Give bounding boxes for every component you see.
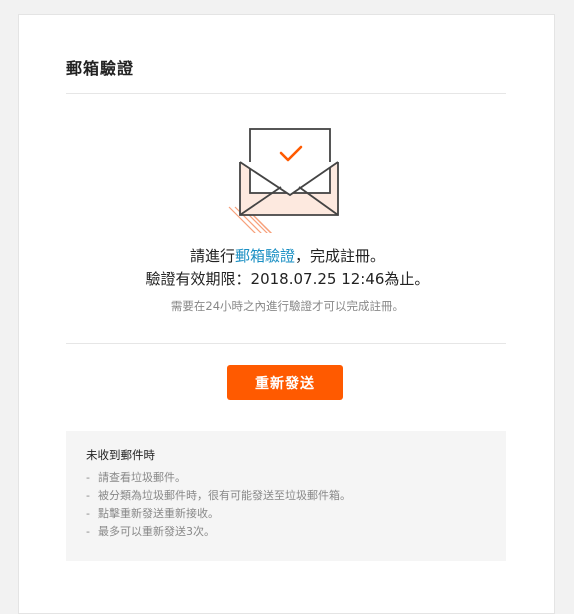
expiry-line: 驗證有效期限：2018.07.25 12:46為止。	[145, 270, 430, 288]
hint-text: 需要在24小時之內進行驗證才可以完成註冊。	[170, 299, 405, 313]
email-verification-link[interactable]: 郵箱驗證	[235, 247, 295, 265]
help-item: - 點擊重新發送重新接收。	[86, 507, 219, 520]
instruction-prefix: 請進行	[189, 247, 235, 265]
page-title: 郵箱驗證	[66, 59, 135, 78]
instruction-line: 請進行郵箱驗證，完成註冊。	[19, 245, 556, 266]
divider-middle	[66, 343, 506, 344]
instruction-suffix: ，完成註冊。	[295, 247, 386, 265]
help-item: - 請查看垃圾郵件。	[86, 471, 186, 484]
help-item: - 被分類為垃圾郵件時，很有可能發送至垃圾郵件箱。	[86, 489, 351, 502]
help-list: - 請查看垃圾郵件。 - 被分類為垃圾郵件時，很有可能發送至垃圾郵件箱。 - 點擊重新…	[86, 469, 486, 541]
verification-card: 郵箱驗證 請進行郵箱驗證，完成註冊。 驗證有效期限：2018.07.25 12:…	[18, 14, 555, 614]
help-item: - 最多可以重新發送3次。	[86, 525, 215, 538]
help-box: 未收到郵件時 - 請查看垃圾郵件。 - 被分類為垃圾郵件時，很有可能發送至垃圾郵件箱…	[66, 431, 506, 561]
resend-button[interactable]: 重新發送	[227, 365, 343, 400]
envelope-check-icon	[228, 128, 339, 233]
divider-top	[66, 93, 506, 94]
help-title: 未收到郵件時	[86, 448, 155, 462]
